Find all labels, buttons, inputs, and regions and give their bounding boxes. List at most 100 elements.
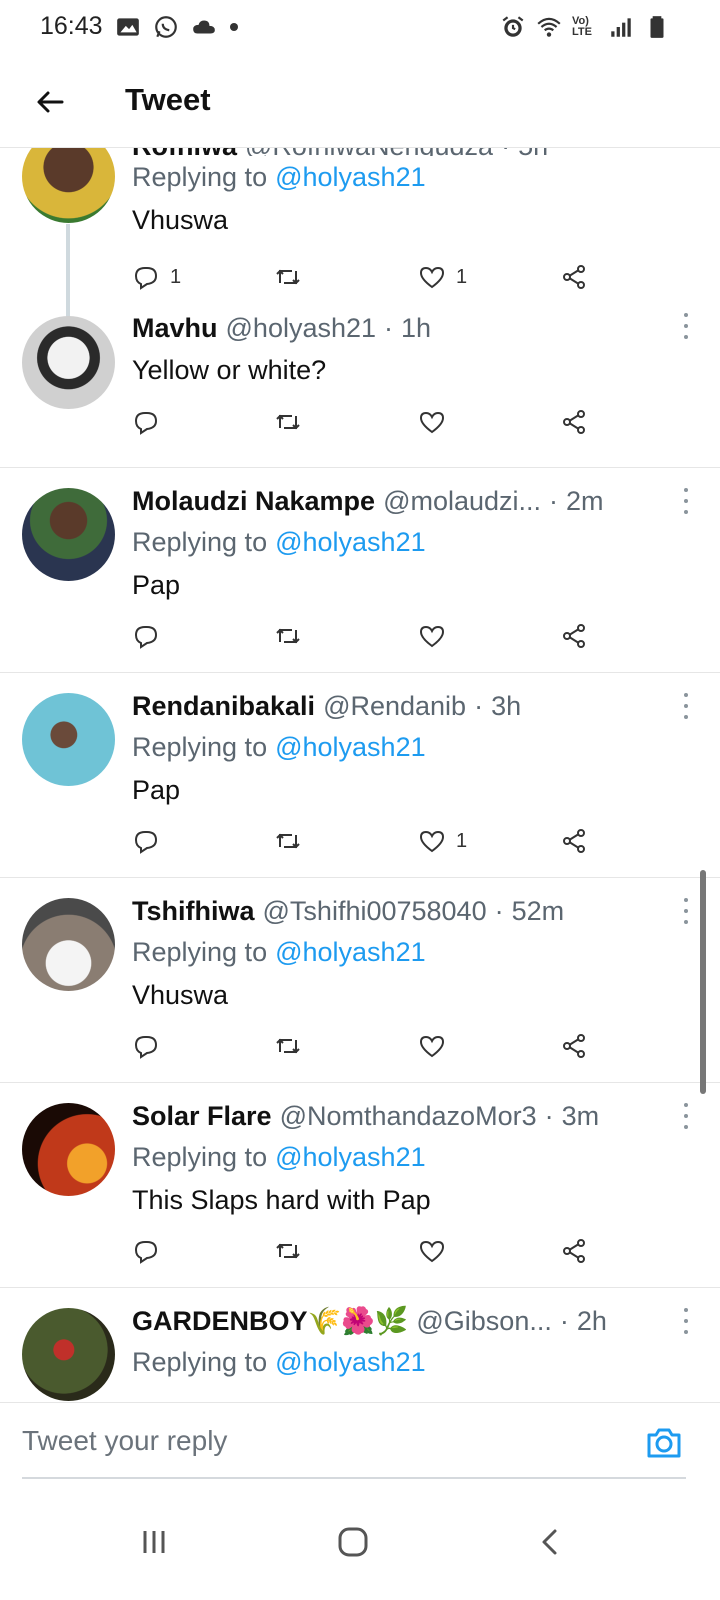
- replying-label: Replying to: [132, 526, 268, 557]
- nav-back-button[interactable]: [520, 1512, 580, 1572]
- share-icon: [563, 265, 585, 289]
- whatsapp-icon: [154, 15, 177, 38]
- retweet-button[interactable]: [274, 257, 312, 297]
- mention-link[interactable]: @holyash21: [275, 1347, 426, 1378]
- more-options-button[interactable]: [676, 1100, 696, 1132]
- retweet-icon: [276, 1038, 300, 1054]
- mention-link[interactable]: @holyash21: [275, 162, 426, 193]
- share-button[interactable]: [560, 257, 588, 297]
- share-icon: [563, 829, 585, 853]
- tweet-header: Mavhu @holyash21 · 1h: [132, 308, 680, 348]
- like-button[interactable]: [418, 616, 456, 656]
- like-button[interactable]: 1: [418, 821, 467, 861]
- author-name[interactable]: Mavhu: [132, 313, 218, 344]
- tweet-actions: [132, 616, 602, 656]
- reply-button[interactable]: [132, 821, 170, 861]
- reply-button[interactable]: [132, 1026, 170, 1066]
- tweet-feed[interactable]: Rofhiwa @RofhiwaNengudza · 5h Replying t…: [0, 148, 720, 1402]
- page-title: Tweet: [125, 82, 211, 117]
- tweet[interactable]: Tshifhiwa @Tshifhi00758040 · 52m Replyin…: [0, 878, 720, 1083]
- author-handle[interactable]: @Tshifhi00758040: [263, 896, 487, 927]
- home-button[interactable]: [323, 1512, 383, 1572]
- author-name[interactable]: GARDENBOY🌾🌺🌿: [132, 1305, 408, 1337]
- heart-icon: [419, 830, 445, 853]
- replying-label: Replying to: [132, 1346, 268, 1377]
- avatar[interactable]: [22, 488, 115, 581]
- tweet[interactable]: Rofhiwa @RofhiwaNengudza · 5h Replying t…: [0, 148, 720, 320]
- more-options-button[interactable]: [676, 310, 696, 342]
- like-button[interactable]: [418, 402, 456, 442]
- tweet-text: This Slaps hard with Pap: [132, 1184, 431, 1215]
- tweet-time: 1h: [401, 312, 432, 343]
- author-handle[interactable]: @RofhiwaNengudza: [245, 148, 493, 156]
- avatar[interactable]: [22, 148, 115, 223]
- reply-input[interactable]: [22, 1419, 622, 1463]
- tweet[interactable]: Solar Flare @NomthandazoMor3 · 3m Replyi…: [0, 1083, 720, 1288]
- tweet-time: 2m: [566, 485, 604, 516]
- retweet-button[interactable]: [274, 1026, 312, 1066]
- share-button[interactable]: [560, 1231, 588, 1271]
- author-handle[interactable]: @Rendanib: [323, 691, 466, 722]
- share-button[interactable]: [560, 616, 588, 656]
- reply-button[interactable]: [132, 616, 170, 656]
- reply-count: 1: [170, 265, 182, 288]
- retweet-button[interactable]: [274, 616, 312, 656]
- like-button[interactable]: 1: [418, 257, 467, 297]
- retweet-button[interactable]: [274, 821, 312, 861]
- more-options-button[interactable]: [676, 895, 696, 927]
- recent-apps-button[interactable]: [124, 1512, 184, 1572]
- author-handle[interactable]: @molaudzi...: [383, 486, 541, 517]
- avatar[interactable]: [22, 898, 115, 991]
- tweet[interactable]: Rendanibakali @Rendanib · 3h Replying to…: [0, 673, 720, 878]
- more-options-button[interactable]: [676, 690, 696, 722]
- heart-icon: [419, 1035, 445, 1058]
- time-separator: ·: [501, 148, 510, 156]
- author-handle[interactable]: @Gibson...: [416, 1306, 551, 1337]
- reply-icon: [134, 267, 158, 290]
- author-name[interactable]: Rendanibakali: [132, 691, 315, 722]
- mention-link[interactable]: @holyash21: [275, 527, 426, 558]
- tweet[interactable]: GARDENBOY🌾🌺🌿 @Gibson... · 2h Replying to…: [0, 1288, 720, 1402]
- author-handle[interactable]: @holyash21: [226, 313, 377, 344]
- avatar[interactable]: [22, 1308, 115, 1401]
- replying-to: Replying to @holyash21: [132, 726, 680, 768]
- avatar[interactable]: [22, 693, 115, 786]
- mention-link[interactable]: @holyash21: [275, 937, 426, 968]
- author-name[interactable]: Tshifhiwa: [132, 896, 255, 927]
- author-name[interactable]: Molaudzi Nakampe: [132, 486, 375, 517]
- reply-bar: [0, 1402, 720, 1480]
- share-button[interactable]: [560, 402, 588, 442]
- back-button[interactable]: [28, 80, 72, 124]
- replying-label: Replying to: [132, 161, 268, 192]
- avatar[interactable]: [22, 1103, 115, 1196]
- signal-icon: [611, 18, 631, 37]
- retweet-button[interactable]: [274, 402, 312, 442]
- more-options-button[interactable]: [676, 1305, 696, 1337]
- like-button[interactable]: [418, 1231, 456, 1271]
- like-button[interactable]: [418, 1026, 456, 1066]
- status-right: Vo) LTE: [500, 14, 670, 40]
- more-options-button[interactable]: [676, 485, 696, 517]
- reply-icon: [134, 831, 158, 854]
- retweet-button[interactable]: [274, 1231, 312, 1271]
- tweet-header: Rofhiwa @RofhiwaNengudza · 5h: [132, 148, 680, 156]
- mention-link[interactable]: @holyash21: [275, 1142, 426, 1173]
- scrollbar[interactable]: [700, 870, 706, 1094]
- share-button[interactable]: [560, 821, 588, 861]
- replying-label: Replying to: [132, 936, 268, 967]
- mention-link[interactable]: @holyash21: [275, 732, 426, 763]
- tweet-time: 3h: [491, 690, 522, 721]
- tweet[interactable]: Molaudzi Nakampe @molaudzi... · 2m Reply…: [0, 468, 720, 673]
- author-name[interactable]: Solar Flare: [132, 1101, 272, 1132]
- author-name[interactable]: Rofhiwa: [132, 148, 237, 156]
- camera-button[interactable]: [644, 1423, 684, 1463]
- avatar[interactable]: [22, 316, 115, 409]
- reply-button[interactable]: [132, 1231, 170, 1271]
- status-left: 16:43: [40, 12, 239, 41]
- reply-button[interactable]: [132, 402, 170, 442]
- reply-button[interactable]: 1: [132, 257, 181, 297]
- author-handle[interactable]: @NomthandazoMor3: [280, 1101, 537, 1132]
- tweet[interactable]: Mavhu @holyash21 · 1h Yellow or white?: [0, 302, 720, 468]
- share-button[interactable]: [560, 1026, 588, 1066]
- app-bar: Tweet: [0, 56, 720, 148]
